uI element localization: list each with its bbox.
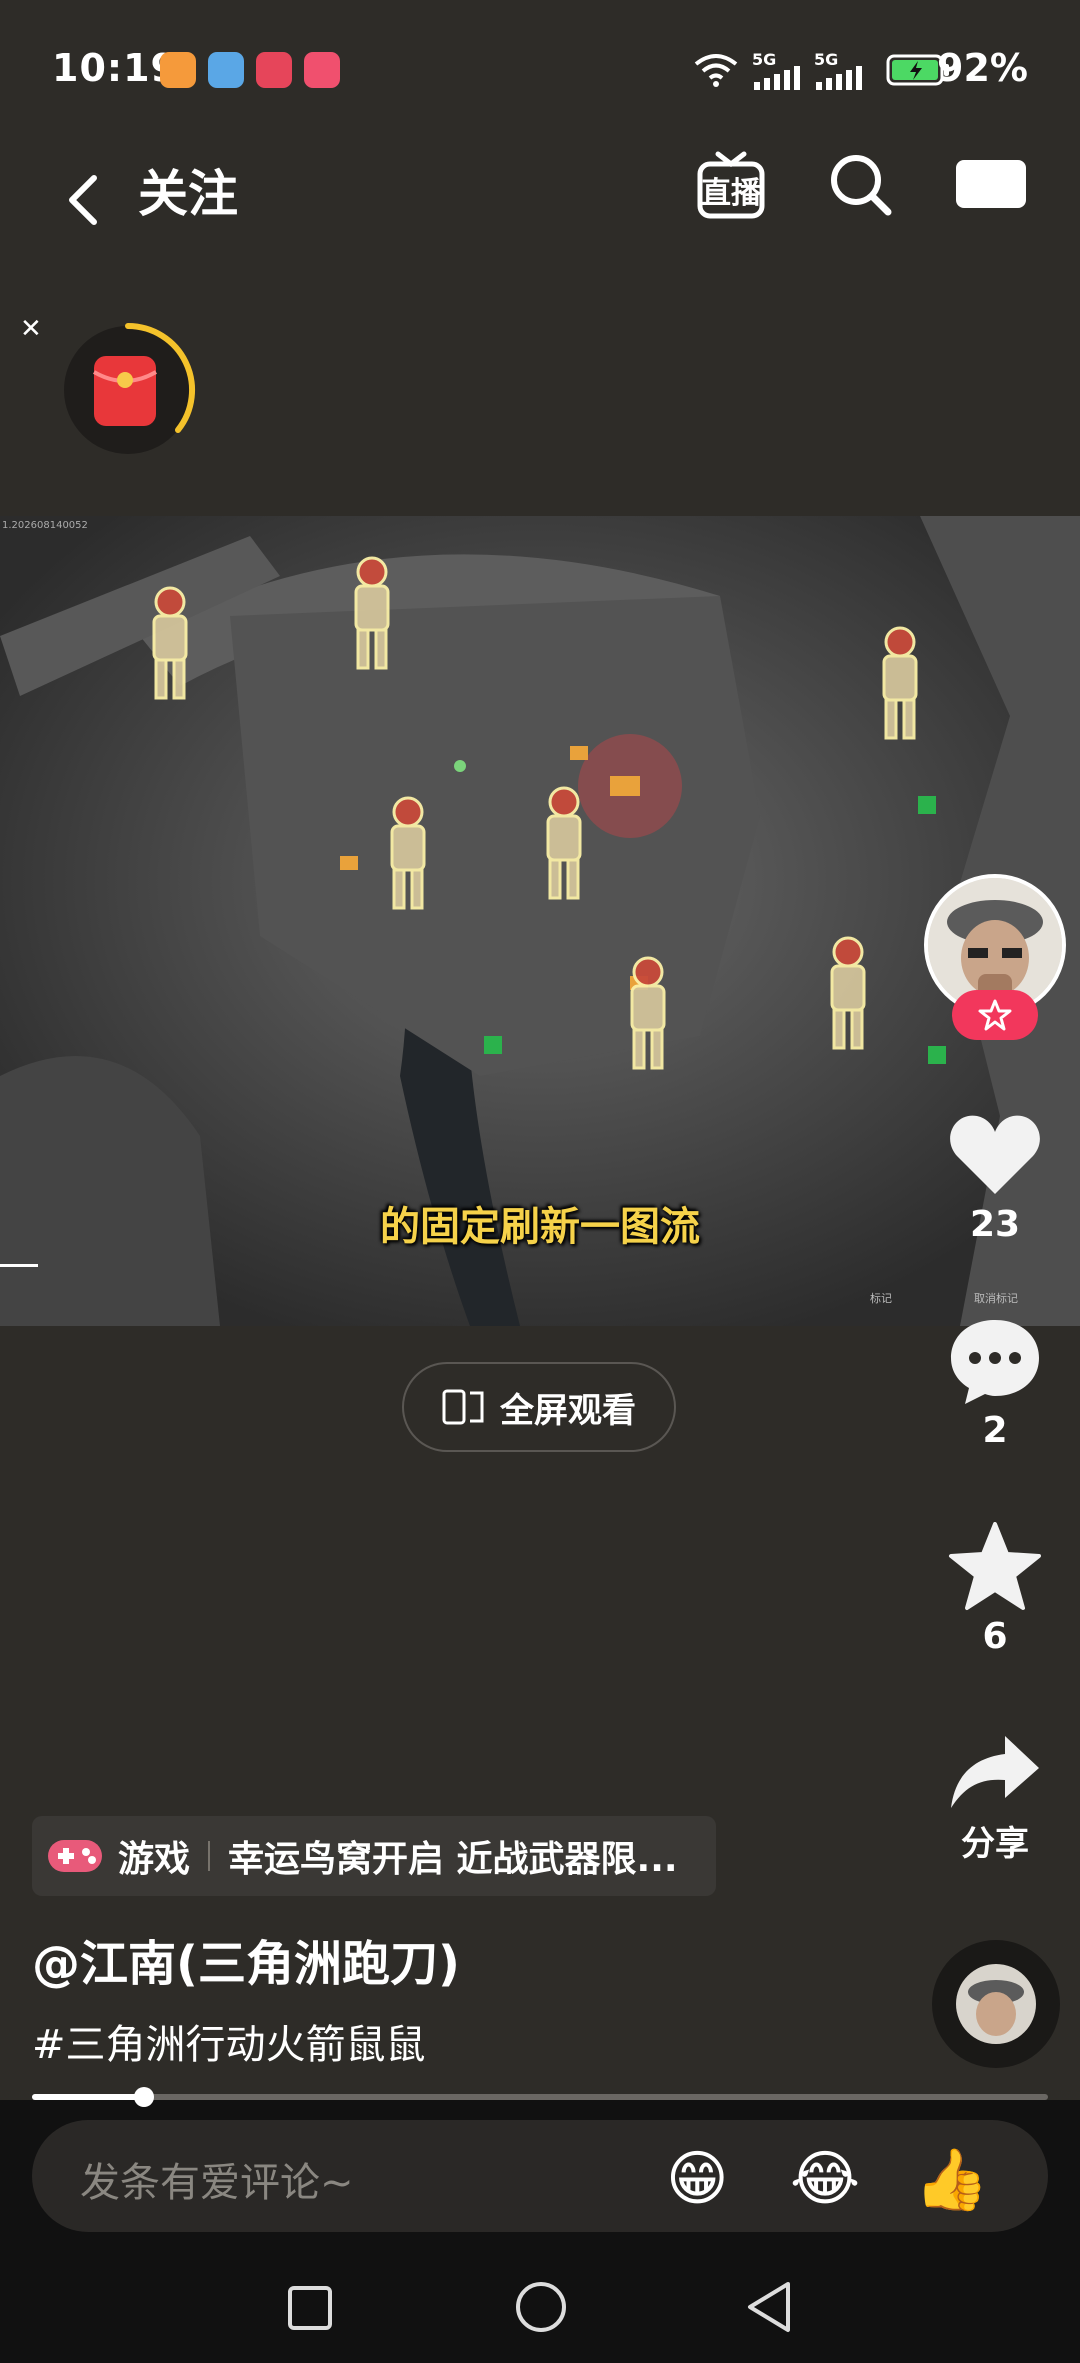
video-subtitle: 的固定刷新一图流	[380, 1204, 700, 1250]
signal-icon-1	[754, 66, 800, 90]
map-mark-label: 标记	[870, 1292, 892, 1305]
system-nav-bar	[0, 2256, 1080, 2363]
fullscreen-button[interactable]: 全屏观看	[402, 1362, 676, 1452]
thumbs-up-emoji-button[interactable]: 👍	[914, 2144, 989, 2215]
like-action[interactable]: 23	[920, 1110, 1070, 1245]
progress-knob[interactable]	[133, 2087, 154, 2107]
comment-icon	[951, 1320, 1039, 1404]
share-label: 分享	[961, 1824, 1029, 1864]
heart-app-icon	[160, 52, 196, 88]
heart-icon	[950, 1115, 1040, 1194]
rotate-screen-icon	[442, 1389, 484, 1425]
signal-icon-2	[816, 66, 862, 90]
tag-text: 幸运鸟窝开启 近战武器限...	[228, 1839, 678, 1880]
back-nav-button[interactable]	[744, 2280, 794, 2334]
laugh-cry-emoji-button[interactable]: 😂	[790, 2144, 860, 2214]
live-button[interactable]: 直播	[696, 148, 766, 219]
status-bar: 10:19 5G 5G 92%	[0, 0, 1080, 140]
comment-action[interactable]: 2	[920, 1316, 1070, 1451]
map-unmark-label: 取消标记	[974, 1292, 1018, 1305]
video-card-icon[interactable]	[956, 160, 1026, 208]
tag-divider	[208, 1841, 211, 1871]
music-app-icon	[304, 52, 340, 88]
share-action[interactable]: 分享	[920, 1732, 1070, 1865]
music-disc[interactable]	[932, 1940, 1060, 2068]
like-count: 23	[969, 1204, 1021, 1245]
back-button[interactable]	[60, 172, 104, 228]
home-button[interactable]	[514, 2280, 568, 2334]
progress-fill	[32, 2094, 144, 2100]
red-packet-icon	[64, 323, 195, 454]
progress-track[interactable]	[32, 2094, 1048, 2100]
play-app-icon	[256, 52, 292, 88]
close-widget-button[interactable]: ✕	[20, 314, 42, 344]
video-watermark: 1.202608140052	[2, 520, 88, 531]
favorite-count: 6	[982, 1616, 1008, 1657]
fullscreen-label: 全屏观看	[500, 1390, 636, 1431]
comment-count: 2	[982, 1410, 1008, 1451]
category-tag-bar[interactable]: 游戏 幸运鸟窝开启 近战武器限...	[32, 1816, 716, 1896]
wifi-icon	[694, 54, 738, 87]
favorite-action[interactable]: 6	[920, 1522, 1070, 1657]
star-icon	[949, 1522, 1041, 1610]
gamepad-icon	[48, 1840, 102, 1872]
red-packet-widget[interactable]	[58, 320, 198, 460]
share-arrow-icon	[951, 1736, 1039, 1808]
author-name[interactable]: @江南(三角洲跑刀)	[32, 1924, 460, 1994]
comment-input-placeholder[interactable]: 发条有爱评论~	[80, 2150, 354, 2208]
search-icon[interactable]	[826, 150, 894, 218]
page-title: 关注	[138, 165, 238, 223]
book-app-icon	[208, 52, 244, 88]
category-label: 游戏	[118, 1839, 191, 1880]
star-outline-icon	[978, 999, 1012, 1031]
hashtag-link[interactable]: #三角洲行动火箭鼠鼠	[32, 2012, 426, 2070]
battery-percent: 92%	[937, 46, 1028, 90]
recents-button[interactable]	[286, 2284, 334, 2332]
grin-emoji-button[interactable]: 😁	[666, 2144, 729, 2214]
follow-button[interactable]	[952, 990, 1038, 1040]
music-disc-avatar	[956, 1964, 1036, 2044]
live-label: 直播	[701, 176, 761, 211]
